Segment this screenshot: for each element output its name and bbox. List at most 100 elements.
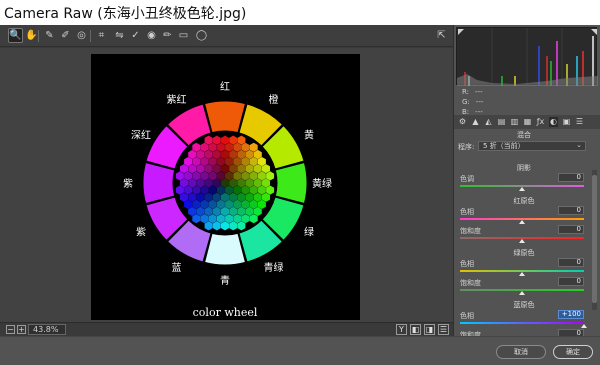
wheel-label: 黄: [304, 129, 314, 142]
straighten-tool-icon[interactable]: ⇋: [112, 28, 127, 43]
hex-swatch: [262, 178, 270, 188]
hex-swatch: [200, 157, 209, 167]
white-balance-tool-icon[interactable]: ✎: [42, 28, 57, 43]
hex-swatch: [225, 199, 234, 209]
split-toning-tab-icon[interactable]: ▥: [510, 117, 519, 127]
window-title: Camera Raw (东海小丑终极色轮.jpg): [4, 6, 247, 22]
snapshots-tab-icon[interactable]: ☰: [575, 117, 584, 127]
param-value-input[interactable]: 0: [558, 206, 584, 215]
slider-thumb[interactable]: [519, 291, 525, 295]
hex-swatch: [208, 171, 217, 181]
hex-swatch: [237, 135, 246, 145]
view-mode-button[interactable]: Y: [396, 324, 407, 335]
param-slider[interactable]: [460, 218, 584, 224]
hex-swatch: [188, 206, 197, 217]
param-slider[interactable]: [460, 289, 584, 295]
adjustment-brush-icon[interactable]: ✏: [160, 28, 175, 43]
slider-thumb[interactable]: [519, 272, 525, 276]
method-select[interactable]: 5 折（当前） ⌄: [478, 141, 586, 151]
hex-swatch: [237, 164, 246, 174]
hex-swatch: [241, 157, 250, 167]
color-sampler-tool-icon[interactable]: ✐: [58, 28, 73, 43]
hex-swatch: [237, 192, 246, 202]
hsl-tab-icon[interactable]: ▤: [497, 117, 506, 127]
hex-swatch: [241, 214, 250, 224]
param-label: 色相: [460, 312, 474, 320]
param-slider[interactable]: [460, 270, 584, 276]
hex-swatch: [241, 185, 250, 195]
panel-scrollbar[interactable]: [592, 170, 597, 310]
param-slider[interactable]: [460, 322, 587, 328]
cancel-button[interactable]: 取消: [496, 345, 546, 359]
slider-thumb[interactable]: [519, 239, 525, 243]
hex-swatch: [245, 178, 254, 188]
wheel-label: 红: [220, 80, 230, 93]
param-slider[interactable]: [460, 185, 584, 191]
before-after-button[interactable]: ◧: [410, 324, 421, 335]
highlight-clipping-warning-icon[interactable]: [591, 29, 597, 35]
wheel-segment: [203, 232, 247, 266]
hex-swatch: [241, 199, 250, 209]
chevron-down-icon: ⌄: [576, 141, 582, 149]
status-bar: − + 43.8% Y ◧ ◨ ☰: [0, 322, 453, 336]
hex-swatch: [229, 206, 238, 217]
wheel-segment: [274, 161, 308, 205]
slider-thumb[interactable]: [581, 324, 587, 328]
hex-swatch: [225, 171, 234, 181]
hex-swatch: [216, 171, 225, 181]
param-value-input[interactable]: 0: [558, 258, 584, 267]
lens-tab-icon[interactable]: ▦: [523, 117, 532, 127]
preferences-button[interactable]: ☰: [438, 324, 449, 335]
swap-settings-button[interactable]: ◨: [424, 324, 435, 335]
hex-swatch: [225, 185, 234, 195]
param-slider[interactable]: [460, 237, 584, 243]
calibration-tab-icon[interactable]: ◐: [549, 117, 558, 127]
hex-swatch: [253, 178, 262, 188]
effects-tab-icon[interactable]: ƒx: [536, 117, 545, 127]
presets-tab-icon[interactable]: ▣: [562, 117, 571, 127]
crop-tool-icon[interactable]: ⌗: [94, 28, 109, 43]
hex-swatch: [253, 206, 262, 217]
red-eye-tool-icon[interactable]: ◉: [144, 28, 159, 43]
slider-thumb[interactable]: [519, 187, 525, 191]
hex-swatch: [204, 135, 213, 145]
hex-swatch: [225, 214, 234, 224]
slider-thumb[interactable]: [519, 220, 525, 224]
hand-tool-icon[interactable]: ✋: [24, 28, 39, 43]
hex-swatch: [233, 214, 242, 224]
zoom-level-select[interactable]: 43.8%: [28, 324, 66, 335]
hex-swatch: [216, 185, 225, 195]
hex-swatch: [208, 142, 217, 152]
zoom-out-button[interactable]: −: [6, 325, 15, 334]
wheel-label: 黄绿: [312, 177, 332, 190]
zoom-in-button[interactable]: +: [17, 325, 26, 334]
wheel-label: 蓝: [172, 262, 182, 274]
hex-swatch: [249, 214, 258, 224]
basic-tab-icon[interactable]: ⚙: [458, 117, 467, 127]
method-label: 程序:: [458, 143, 475, 151]
scrollbar-thumb[interactable]: [592, 175, 597, 303]
spot-removal-tool-icon[interactable]: ✓: [128, 28, 143, 43]
shadow-clipping-warning-icon[interactable]: [458, 29, 464, 35]
section-title: 红原色: [513, 197, 535, 205]
hex-swatch: [212, 178, 221, 188]
hex-swatch: [212, 135, 221, 145]
detail-tab-icon[interactable]: ◭: [484, 117, 493, 127]
ok-button[interactable]: 确定: [553, 345, 593, 359]
image-canvas[interactable]: 红橙黄黄绿绿青绿青蓝紫紫深红 紫红 color wheel: [0, 47, 453, 322]
open-export-icon[interactable]: ⇱: [434, 28, 449, 43]
zoom-tool-icon[interactable]: 🔍: [8, 28, 23, 43]
g-label: G:: [462, 98, 470, 106]
method-value: 5 折（当前）: [483, 142, 525, 150]
radial-filter-icon[interactable]: ◯: [194, 28, 209, 43]
graduated-filter-icon[interactable]: ▭: [176, 28, 191, 43]
hex-swatch: [196, 206, 205, 217]
param-value-input[interactable]: 0: [558, 225, 584, 234]
tone-curve-tab-icon[interactable]: ▲: [471, 117, 480, 127]
param-value-input[interactable]: 0: [558, 173, 584, 182]
param-value-input[interactable]: 0: [558, 277, 584, 286]
targeted-adjustment-tool-icon[interactable]: ◎: [74, 28, 89, 43]
hex-swatch: [241, 142, 250, 152]
hex-swatch: [249, 171, 258, 181]
param-value-input[interactable]: +100: [558, 310, 584, 319]
